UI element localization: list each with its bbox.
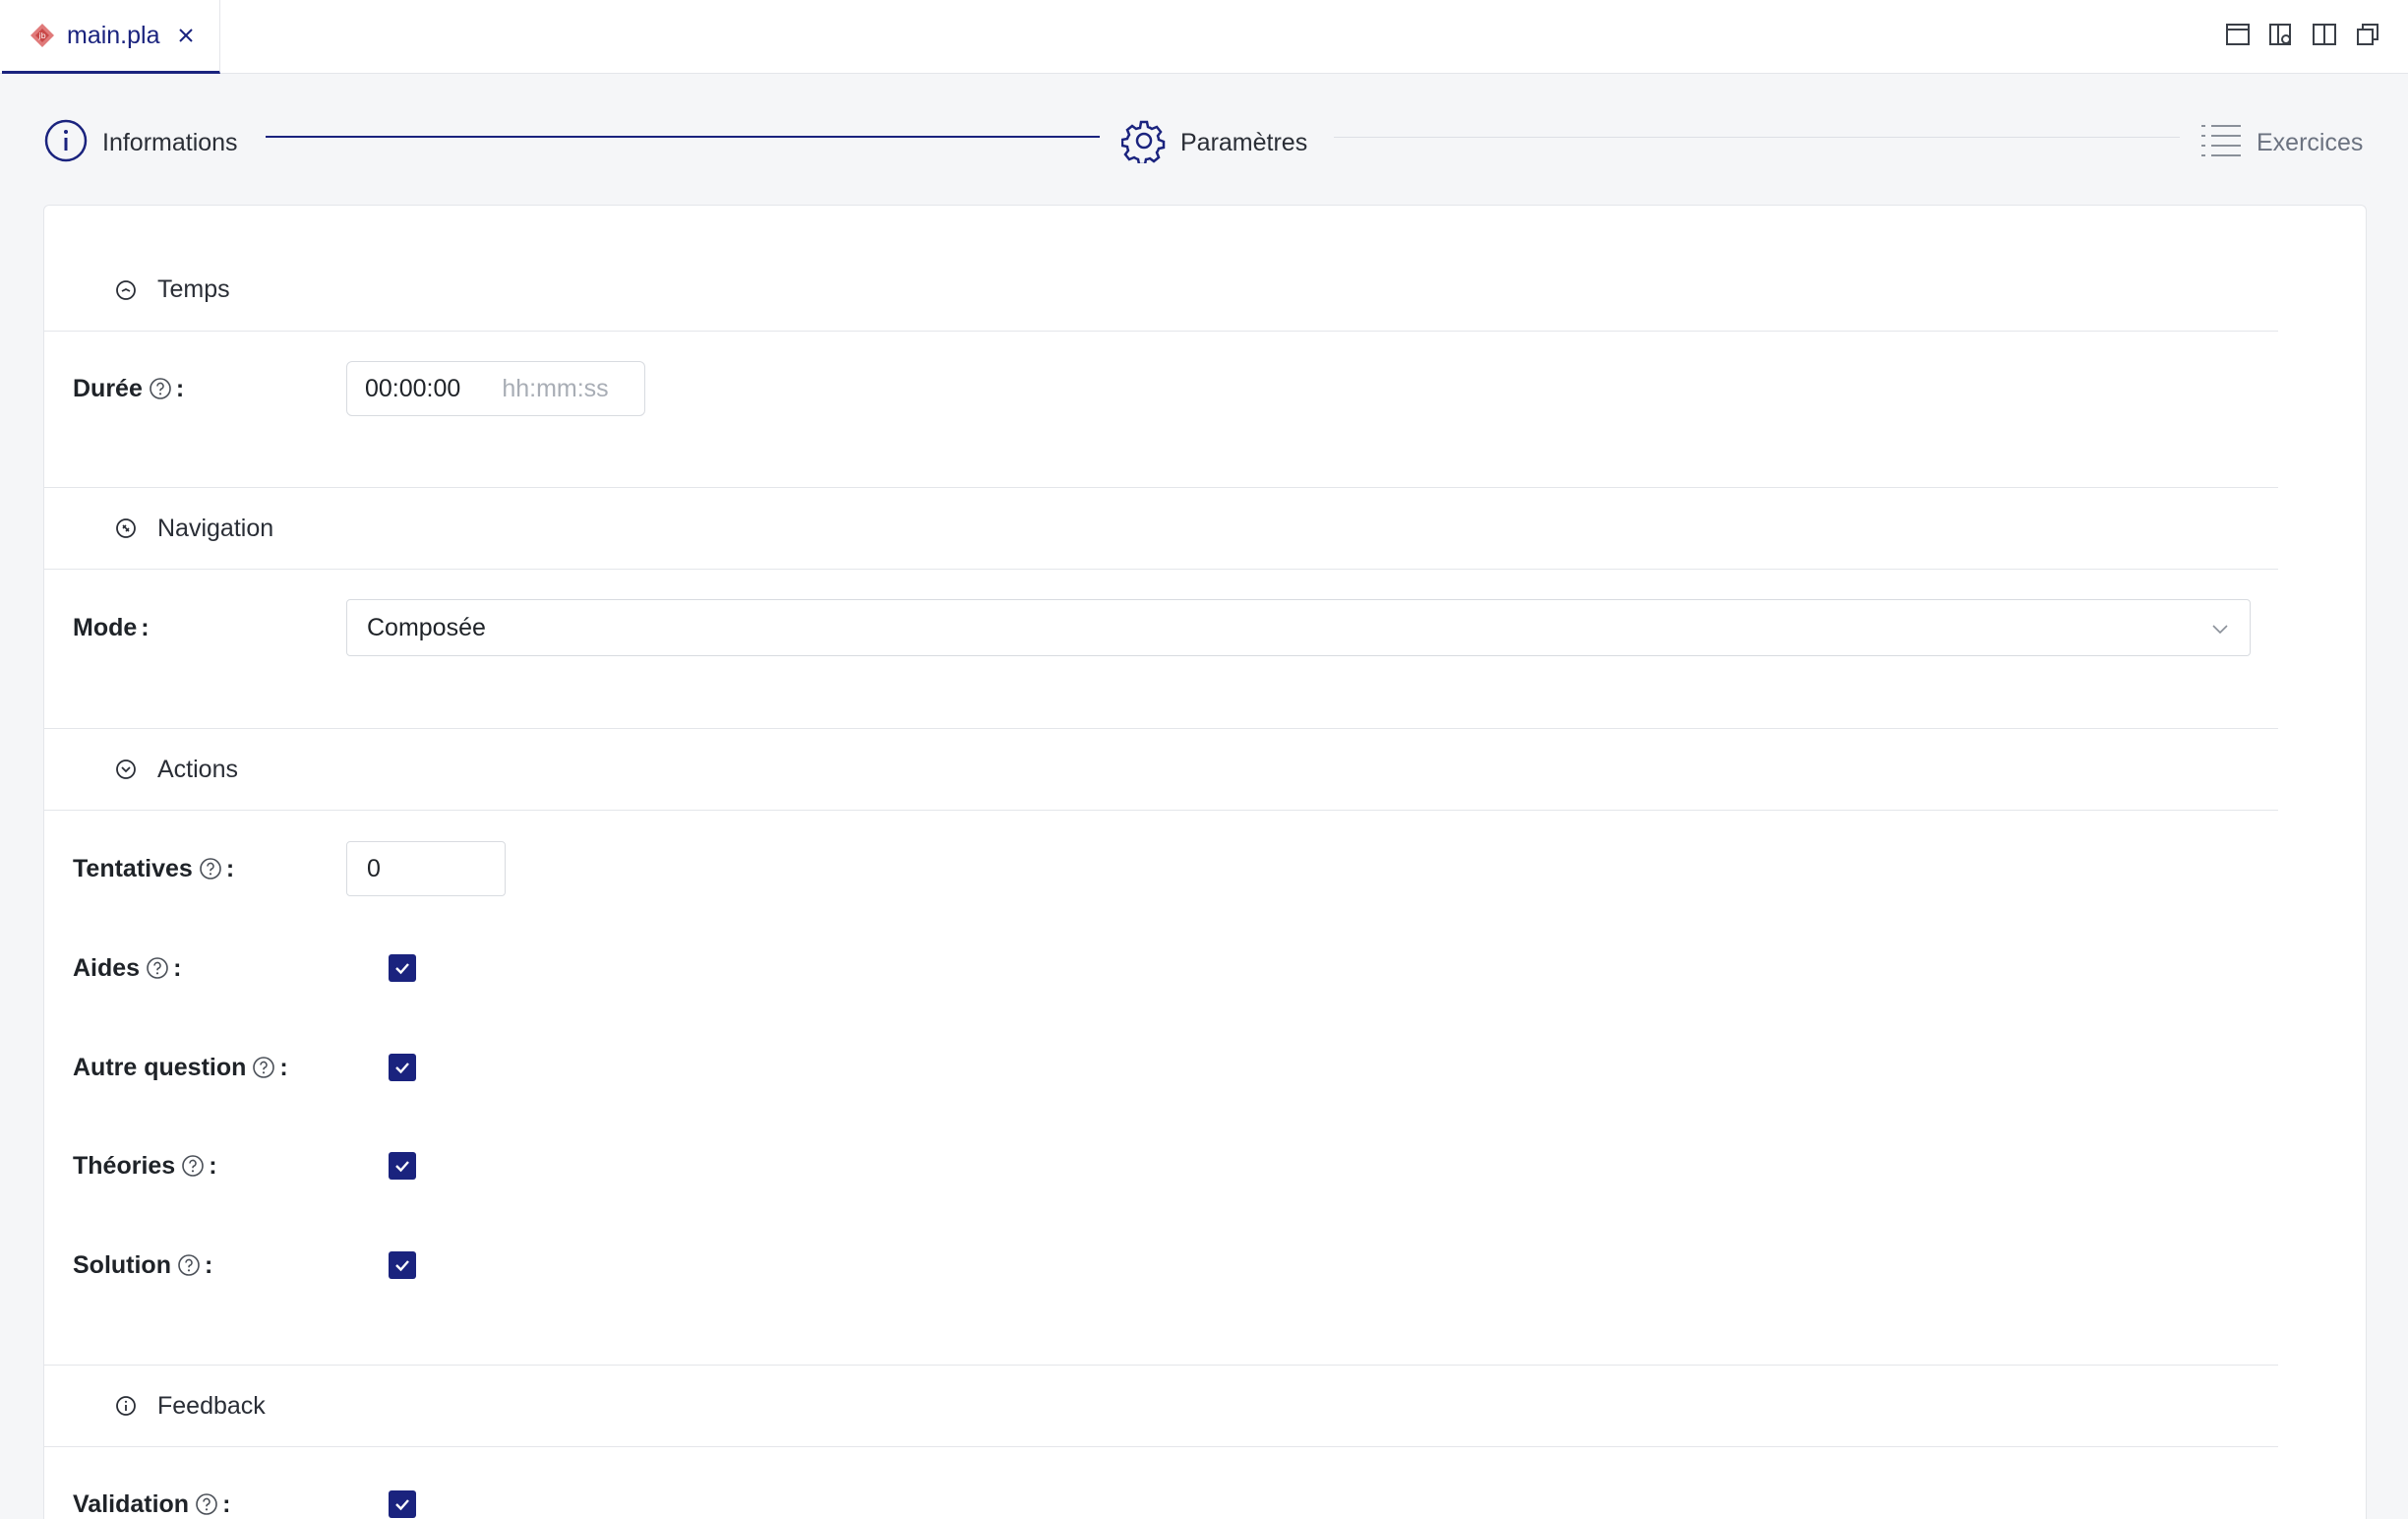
duration-input[interactable]: 00:00:00 hh:mm:ss xyxy=(346,361,645,416)
field-row-theories: Théories : xyxy=(73,1151,217,1180)
check-icon xyxy=(395,1063,409,1074)
question-circle-icon[interactable] xyxy=(149,377,172,400)
step-label: Paramètres xyxy=(1180,128,1308,156)
compass-icon xyxy=(114,516,138,540)
solution-checkbox[interactable] xyxy=(389,1251,416,1279)
layout-split-icon[interactable] xyxy=(2312,22,2337,47)
mode-selected-value: Composée xyxy=(367,613,486,641)
step-label: Informations xyxy=(102,128,238,156)
field-label-validation: Validation xyxy=(73,1489,190,1518)
field-label-autre-question: Autre question xyxy=(73,1053,247,1081)
step-label: Exercices xyxy=(2257,128,2364,156)
section-header-feedback: Feedback xyxy=(43,1365,2278,1447)
solution-control xyxy=(389,1251,416,1279)
field-label-aides: Aides xyxy=(73,953,141,982)
field-row-validation: Validation : xyxy=(73,1489,231,1518)
chevron-down-icon xyxy=(2208,617,2232,640)
validation-checkbox[interactable] xyxy=(389,1490,416,1518)
down-circle-icon xyxy=(114,758,138,781)
check-icon xyxy=(395,963,409,975)
section-title: Navigation xyxy=(157,514,274,542)
tentatives-control: 0 xyxy=(346,841,506,896)
section-title: Temps xyxy=(157,275,230,303)
question-circle-icon[interactable] xyxy=(199,857,222,881)
tentatives-input[interactable]: 0 xyxy=(346,841,506,896)
duration-value: 00:00:00 xyxy=(365,374,461,402)
step-connector-complete xyxy=(266,136,1100,138)
close-icon[interactable] xyxy=(174,24,198,47)
editor-tab-bar: jb main.pla xyxy=(0,0,2408,74)
info-circle-icon xyxy=(43,118,89,168)
mode-control: Composée xyxy=(346,599,2251,656)
tab-label: main.pla xyxy=(67,21,160,49)
svg-text:jb: jb xyxy=(37,31,45,40)
question-circle-icon[interactable] xyxy=(146,956,169,980)
section-header-actions: Actions xyxy=(43,728,2278,811)
field-label-mode: Mode xyxy=(73,613,138,641)
check-icon xyxy=(395,1499,409,1511)
clock-icon xyxy=(114,278,138,302)
list-icon xyxy=(2199,119,2243,167)
mode-select[interactable]: Composée xyxy=(346,599,2251,656)
field-label-theories: Théories xyxy=(73,1151,176,1180)
duree-control: 00:00:00 hh:mm:ss xyxy=(346,361,645,416)
field-label-tentatives: Tentatives xyxy=(73,854,193,882)
field-row-mode: Mode : xyxy=(73,613,150,641)
field-label-duree: Durée xyxy=(73,374,143,402)
field-row-aides: Aides : xyxy=(73,953,182,982)
step-exercices[interactable]: Exercices xyxy=(2199,113,2363,172)
field-row-duree: Durée : xyxy=(73,374,185,402)
check-icon xyxy=(395,1260,409,1272)
field-row-solution: Solution : xyxy=(73,1250,213,1279)
layout-restore-icon[interactable] xyxy=(2355,22,2380,47)
section-title: Feedback xyxy=(157,1391,266,1420)
field-label-solution: Solution xyxy=(73,1250,171,1279)
section-title: Actions xyxy=(157,755,238,783)
step-parametres[interactable]: Paramètres xyxy=(1120,113,1308,172)
autre-question-control xyxy=(389,1054,416,1081)
question-circle-icon[interactable] xyxy=(252,1056,275,1079)
theories-checkbox[interactable] xyxy=(389,1152,416,1180)
tab-main-pla[interactable]: jb main.pla xyxy=(2,0,220,74)
wizard-stepper: Informations Paramètres Exercices xyxy=(0,74,2408,202)
layout-single-icon[interactable] xyxy=(2225,22,2251,47)
section-header-temps: Temps xyxy=(43,249,2278,332)
info-circle-icon xyxy=(114,1394,138,1418)
question-circle-icon[interactable] xyxy=(195,1492,218,1516)
step-connector-pending xyxy=(1334,137,2180,138)
layout-controls xyxy=(2225,22,2380,47)
plugin-diamond-icon: jb xyxy=(28,21,57,50)
question-circle-icon[interactable] xyxy=(177,1253,201,1277)
theories-control xyxy=(389,1152,416,1180)
autre-question-checkbox[interactable] xyxy=(389,1054,416,1081)
field-row-tentatives: Tentatives : xyxy=(73,854,235,882)
field-row-autre-question: Autre question : xyxy=(73,1053,288,1081)
question-circle-icon[interactable] xyxy=(181,1154,205,1178)
gear-icon xyxy=(1120,118,1167,168)
check-icon xyxy=(395,1161,409,1173)
layout-preview-icon[interactable] xyxy=(2268,22,2294,47)
tentatives-value: 0 xyxy=(367,854,381,882)
aides-checkbox[interactable] xyxy=(389,954,416,982)
aides-control xyxy=(389,954,416,982)
duration-format-hint: hh:mm:ss xyxy=(502,374,609,402)
validation-control xyxy=(389,1490,416,1518)
step-informations[interactable]: Informations xyxy=(43,113,238,172)
section-header-navigation: Navigation xyxy=(43,487,2278,570)
